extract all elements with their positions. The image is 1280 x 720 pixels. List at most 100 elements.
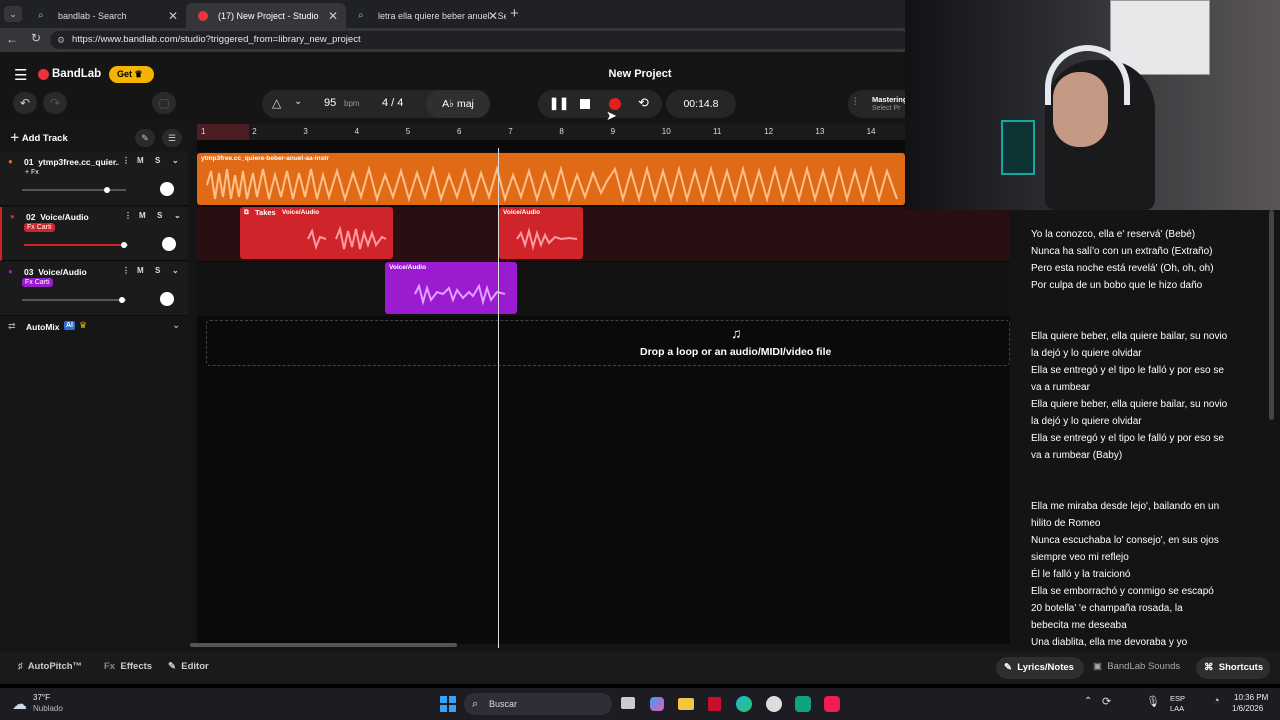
- solo-button[interactable]: S: [155, 156, 160, 165]
- add-track-button[interactable]: ＋ Add Track: [10, 129, 80, 149]
- volume-knob[interactable]: [121, 242, 127, 248]
- mute-button[interactable]: M: [139, 211, 146, 220]
- windows-start-icon[interactable]: [440, 696, 456, 712]
- shortcuts-button[interactable]: ⌘ Shortcuts: [1196, 657, 1270, 679]
- fx-button[interactable]: Fx Carti: [24, 223, 55, 232]
- lyrics-notes-button[interactable]: ✎ Lyrics/Notes: [996, 657, 1084, 679]
- volume-knob[interactable]: [119, 297, 125, 303]
- lang-top[interactable]: ESP: [1170, 694, 1185, 703]
- close-tab-icon[interactable]: ✕: [488, 9, 498, 23]
- chevron-down-icon[interactable]: ⌄: [172, 266, 179, 275]
- tiktok-icon[interactable]: [824, 696, 840, 712]
- volume-slider[interactable]: [22, 297, 126, 303]
- mastering-button[interactable]: ⫶ Mastering Select Pr: [848, 90, 908, 118]
- wand-button[interactable]: ✎: [135, 129, 155, 147]
- time-signature[interactable]: 4 / 4: [382, 97, 403, 109]
- wifi-icon[interactable]: ◔: [1213, 695, 1220, 707]
- drop-text: Drop a loop or an audio/MIDI/video file: [640, 346, 832, 358]
- track-name: 03 Voice/Audio: [24, 267, 87, 277]
- tab-title: (17) New Project - Studio: [218, 10, 319, 21]
- audio-clip-takes[interactable]: ⧉ Takes Voice/Audio: [240, 207, 393, 259]
- mute-button[interactable]: M: [137, 156, 144, 165]
- sidebar-toggle-button[interactable]: ▢: [152, 92, 176, 114]
- audio-clip[interactable]: ytmp3free.cc_quiere-beber-anuel-aa-instr: [197, 153, 905, 205]
- playhead[interactable]: [498, 148, 499, 648]
- chevron-down-icon[interactable]: ⌄: [174, 211, 181, 220]
- crown-icon: ♛: [79, 320, 88, 330]
- volume-slider[interactable]: [24, 242, 128, 248]
- project-title[interactable]: New Project: [560, 68, 720, 80]
- track-lane-3[interactable]: Voice/Audio: [197, 262, 1010, 316]
- tab-new-project-studio[interactable]: (17) New Project - Studio ✕: [186, 3, 346, 28]
- new-tab-button[interactable]: +: [510, 5, 519, 22]
- tab-list-button[interactable]: ⌄: [4, 6, 22, 22]
- start-tile: [440, 696, 447, 703]
- drop-zone[interactable]: ♫ Drop a loop or an audio/MIDI/video fil…: [206, 320, 1010, 366]
- chevron-down-icon[interactable]: ⌄: [172, 320, 180, 331]
- mute-button[interactable]: M: [137, 266, 144, 275]
- bpm-value[interactable]: 95: [324, 97, 336, 109]
- back-icon[interactable]: ←: [6, 32, 18, 46]
- mcafee-icon[interactable]: [708, 697, 721, 711]
- settings-button[interactable]: ☰: [162, 129, 182, 147]
- track-row-1[interactable]: ● 01 ytmp3free.cc_quier... ⋮ M S ⌄ + Fx: [0, 152, 188, 206]
- track-lane-2[interactable]: ⧉ Takes Voice/Audio Voice/Audio: [197, 207, 1010, 261]
- timer: 00:14.8: [683, 98, 719, 110]
- copilot-icon[interactable]: [650, 697, 664, 711]
- clock-time[interactable]: 10:36 PM: [1234, 693, 1268, 702]
- loop-icon[interactable]: ⟲: [638, 95, 649, 111]
- volume-slider[interactable]: [22, 187, 126, 193]
- tray-chevron-icon[interactable]: ⌃: [1084, 696, 1092, 707]
- pencil-icon: ✎: [168, 661, 176, 672]
- solo-button[interactable]: S: [157, 211, 162, 220]
- close-tab-icon[interactable]: ✕: [168, 9, 178, 23]
- key-button[interactable]: A♭ maj: [426, 90, 490, 118]
- track-menu-icon[interactable]: ⋮: [124, 211, 132, 220]
- pan-knob[interactable]: [160, 182, 174, 196]
- edge-icon[interactable]: [736, 696, 752, 712]
- lyric-line: la dejó y lo quiere olvidar: [1031, 348, 1142, 359]
- mic-tray-icon[interactable]: 🎙: [1146, 695, 1160, 708]
- get-membership-button[interactable]: Get ♛: [109, 66, 154, 83]
- chevron-down-icon[interactable]: ⌄: [172, 156, 179, 165]
- tab-letra-search[interactable]: ⌕ letra ella quiere beber anuel - Sear ✕: [346, 3, 506, 28]
- reload-icon[interactable]: ↻: [31, 31, 41, 45]
- pan-knob[interactable]: [162, 237, 176, 251]
- chevron-down-icon[interactable]: ⌄: [294, 96, 302, 107]
- track-menu-icon[interactable]: ⋮: [122, 266, 130, 275]
- undo-button[interactable]: ↶: [13, 92, 37, 114]
- track-lane-1[interactable]: ytmp3free.cc_quiere-beber-anuel-aa-instr: [197, 152, 1010, 206]
- menu-icon[interactable]: ☰: [14, 66, 27, 84]
- autopitch-button[interactable]: ♯ AutoPitch™: [18, 661, 82, 672]
- steam-icon[interactable]: [766, 696, 782, 712]
- track-row-3[interactable]: ● 03 Voice/Audio ⋮ M S ⌄ Fx Carti: [0, 262, 188, 316]
- pause-icon[interactable]: ❚❚: [549, 96, 569, 110]
- effects-button[interactable]: Fx Effects: [104, 661, 152, 672]
- site-info-icon[interactable]: ⚙: [57, 31, 65, 49]
- audio-clip[interactable]: Voice/Audio: [499, 207, 583, 259]
- editor-button[interactable]: ✎ Editor: [168, 661, 209, 672]
- solo-button[interactable]: S: [155, 266, 160, 275]
- fx-button[interactable]: Fx Carti: [22, 278, 53, 287]
- redo-button[interactable]: ↷: [43, 92, 67, 114]
- chatgpt-icon[interactable]: [795, 696, 811, 712]
- stop-icon[interactable]: [580, 99, 590, 109]
- close-tab-icon[interactable]: ✕: [328, 9, 338, 23]
- sync-icon[interactable]: ⟳: [1102, 695, 1111, 708]
- track-row-2[interactable]: ● 02 Voice/Audio ⋮ M S ⌄ Fx Carti: [0, 207, 188, 261]
- pan-knob[interactable]: [160, 292, 174, 306]
- bandlab-sounds-button[interactable]: ▣ BandLab Sounds: [1093, 661, 1180, 672]
- horizontal-scrollbar[interactable]: [190, 643, 457, 647]
- automix-row[interactable]: ⇄ AutoMix AI ♛ ⌄: [0, 320, 188, 338]
- timeline-ruler[interactable]: 1 2 3 4 5 6 7 8 9 10 11 12 13 14: [197, 124, 1010, 140]
- fx-button[interactable]: + Fx: [22, 168, 42, 177]
- taskbar-search[interactable]: ⌕ Buscar: [464, 693, 612, 715]
- file-explorer-icon[interactable]: [678, 698, 694, 710]
- task-view-icon[interactable]: [621, 697, 635, 709]
- track-menu-icon[interactable]: ⋮: [122, 156, 130, 165]
- url-field[interactable]: ⚙ https://www.bandlab.com/studio?trigger…: [50, 31, 910, 49]
- volume-knob[interactable]: [104, 187, 110, 193]
- metronome-icon[interactable]: △: [272, 96, 281, 110]
- lyrics-scrollbar[interactable]: [1269, 210, 1274, 420]
- tab-bandlab-search[interactable]: ⌕ bandlab - Search ✕: [26, 3, 186, 28]
